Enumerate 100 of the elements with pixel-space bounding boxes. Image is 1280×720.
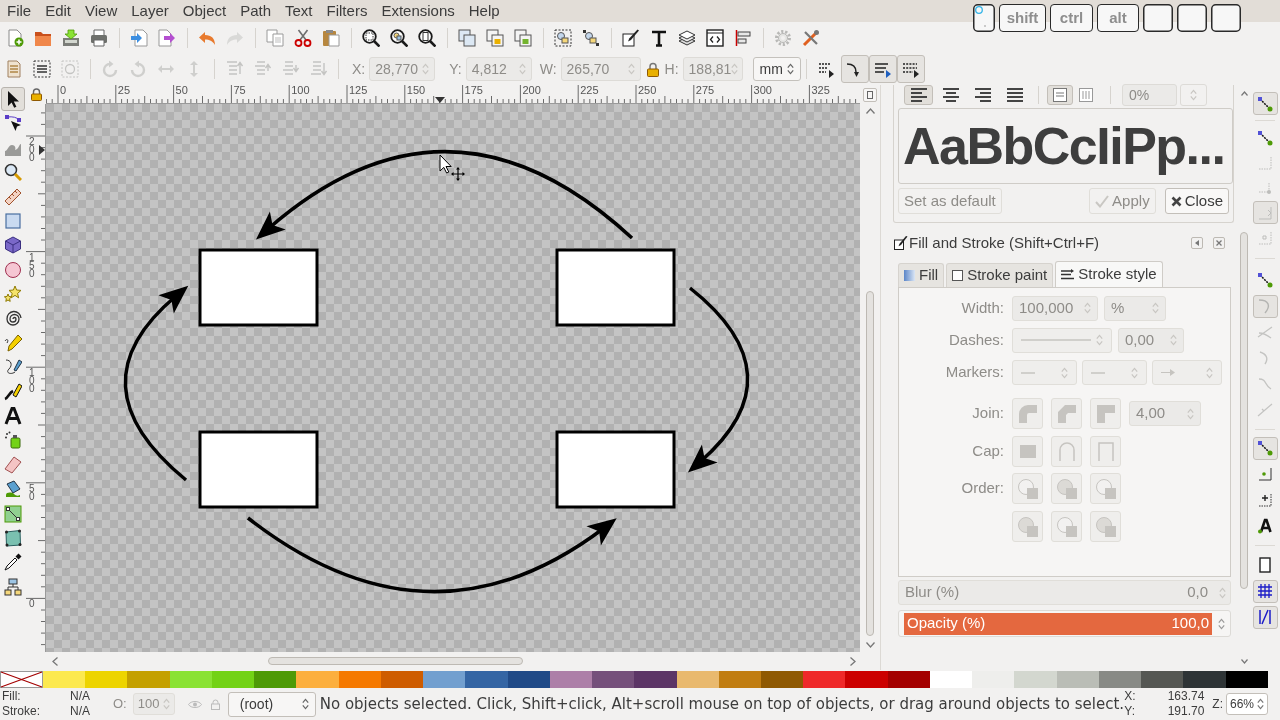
menu-item[interactable]: Path [233, 1, 279, 21]
spinner-arrows-icon [162, 698, 170, 710]
menu-item[interactable]: View [78, 1, 125, 21]
swatch-icon[interactable] [1098, 671, 1142, 688]
dash-dropdown[interactable] [1012, 327, 1112, 353]
tool-button[interactable] [1, 87, 25, 111]
pointer-cursor-icon [439, 154, 452, 174]
swatch-icon[interactable] [169, 671, 212, 688]
spin-button[interactable] [1180, 84, 1207, 106]
zoom-field[interactable]: 66% [1226, 693, 1268, 715]
swatch-icon[interactable] [296, 671, 339, 688]
toggle-button[interactable] [840, 55, 869, 83]
empty-square-icon [952, 270, 964, 281]
toggle-button[interactable] [868, 55, 897, 83]
swatch-icon[interactable] [803, 671, 846, 688]
marker-dropdown[interactable] [1012, 360, 1077, 385]
menu-item[interactable]: Help [461, 1, 507, 21]
ruler-label: 50 [174, 84, 189, 96]
layer-dropdown[interactable]: (root) [227, 691, 316, 717]
solid-line-icon [1021, 339, 1091, 341]
order-button[interactable] [1090, 473, 1121, 504]
keycap: alt [1097, 4, 1139, 32]
swatch-icon[interactable] [549, 671, 593, 688]
swatch-icon[interactable] [1056, 671, 1099, 688]
rotate-left-icon [129, 60, 147, 78]
order-button[interactable] [1051, 511, 1082, 542]
snap-button[interactable] [1252, 579, 1278, 603]
swatch-icon[interactable] [929, 671, 973, 688]
join-button[interactable] [1090, 398, 1121, 429]
swatch-icon[interactable] [254, 671, 297, 688]
transform-option-icon [902, 60, 920, 78]
order-button[interactable] [1090, 511, 1121, 542]
ruler-label: 100 [290, 84, 311, 96]
menu-item[interactable]: File [0, 1, 39, 21]
cap-button[interactable] [1012, 436, 1043, 467]
zoom-icon [362, 28, 380, 47]
magnifier-icon [4, 163, 22, 182]
dialog-button[interactable]: Close [1164, 188, 1229, 214]
swatch-icon[interactable] [127, 671, 170, 688]
canvas[interactable] [46, 104, 860, 652]
swatch-icon[interactable] [761, 671, 804, 688]
swatch-icon[interactable] [43, 671, 86, 688]
menu-item[interactable]: Layer [124, 1, 176, 21]
field-label: Markers: [945, 362, 1004, 383]
swatch-icon[interactable] [211, 671, 255, 688]
close-button[interactable] [1213, 237, 1225, 249]
swatch-icon[interactable] [718, 671, 761, 688]
marker-dropdown[interactable] [1082, 360, 1147, 385]
menu-item[interactable]: Text [278, 1, 320, 21]
bevel-join-icon [1057, 404, 1076, 423]
menu-item[interactable]: Extensions [374, 1, 462, 21]
zoom-icon [418, 28, 436, 47]
swatch-icon[interactable] [592, 671, 635, 688]
swatch-icon[interactable] [465, 671, 508, 688]
toggle-button[interactable] [896, 55, 925, 83]
tab[interactable]: Stroke paint [946, 263, 1054, 287]
menu-item[interactable]: Filters [319, 1, 375, 21]
order-button[interactable] [1051, 473, 1082, 504]
order-button[interactable] [1012, 511, 1043, 542]
menu-item[interactable]: Edit [38, 1, 79, 21]
snap-button[interactable] [1252, 605, 1278, 629]
join-button[interactable] [1051, 398, 1082, 429]
collapse-button[interactable] [1191, 237, 1203, 249]
document-lines-icon [5, 60, 23, 78]
close-icon [1170, 195, 1182, 207]
swatch-icon[interactable] [972, 671, 1015, 688]
corner-button[interactable] [863, 87, 877, 102]
swatch-icon[interactable] [1141, 671, 1184, 688]
eye-icon [187, 699, 202, 709]
swatch-icon[interactable] [1014, 671, 1057, 688]
order-button[interactable] [1012, 473, 1043, 504]
writing-mode-button[interactable] [1047, 85, 1073, 105]
swatch-icon[interactable] [1225, 671, 1268, 688]
menu-item[interactable]: Object [175, 1, 234, 21]
swatch-icon[interactable] [1183, 671, 1226, 688]
spinner-arrows-icon [731, 63, 739, 75]
swatch-icon[interactable] [85, 671, 128, 688]
join-button[interactable] [1012, 398, 1043, 429]
swatch-icon[interactable] [845, 671, 888, 688]
lock-icon [646, 61, 659, 77]
justify-icon [1005, 87, 1024, 103]
swatch-icon[interactable] [887, 671, 930, 688]
cap-button[interactable] [1051, 436, 1082, 467]
swatch-icon[interactable] [338, 671, 381, 688]
stack-order-icon [253, 60, 271, 78]
swatch-icon[interactable] [507, 671, 550, 688]
status-label: Stroke: [2, 704, 41, 719]
square-cap-icon [1097, 442, 1114, 461]
spray-icon [4, 431, 22, 450]
tab[interactable]: Stroke style [1055, 261, 1163, 287]
collapse-icon [1195, 240, 1199, 246]
unit-dropdown[interactable]: mm [752, 57, 801, 81]
swatch-icon[interactable] [380, 671, 424, 688]
swatch-icon[interactable] [423, 671, 466, 688]
tab[interactable]: Fill [898, 263, 945, 287]
swatch-icon[interactable] [676, 671, 719, 688]
marker-dropdown[interactable] [1152, 360, 1222, 385]
cap-button[interactable] [1090, 436, 1121, 467]
swatch-icon[interactable] [634, 671, 677, 688]
alignment-button[interactable] [904, 85, 933, 105]
